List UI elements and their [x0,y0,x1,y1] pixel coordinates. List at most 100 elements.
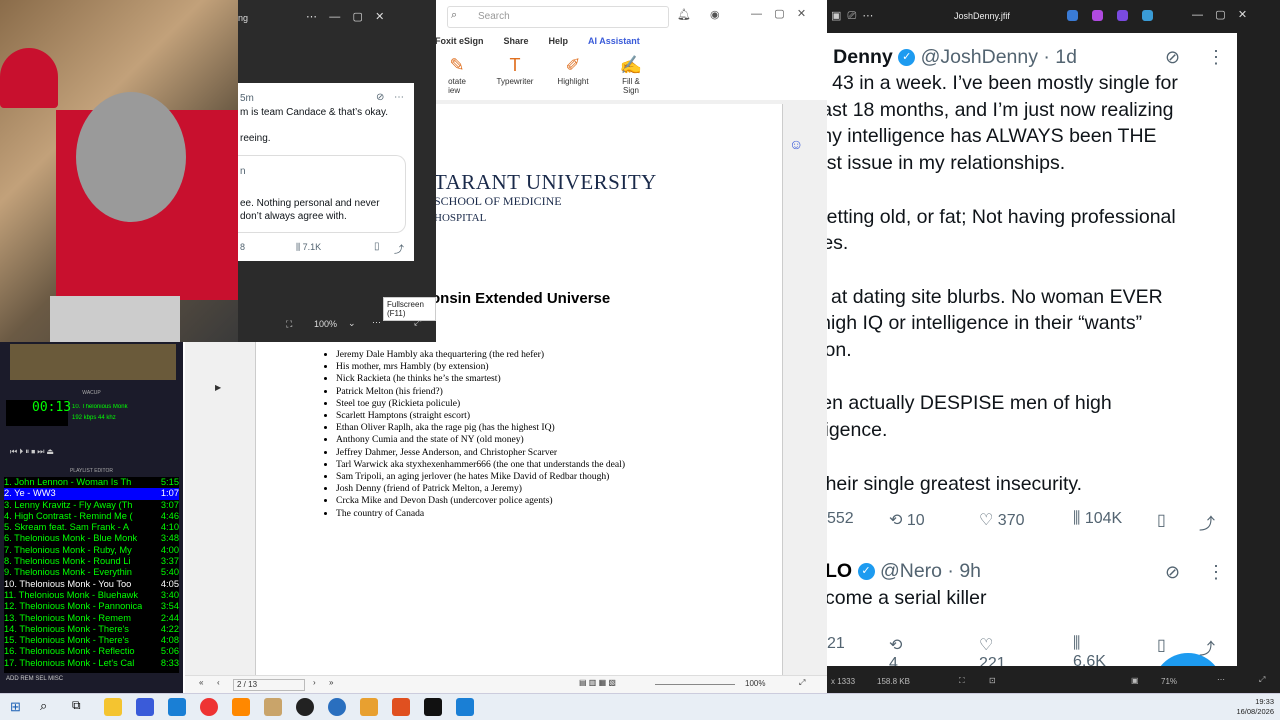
transport-buttons[interactable]: ⏮⏵⏸⏹⏭⏏ [10,447,56,457]
menu-share[interactable]: Share [504,36,529,50]
playlist-item[interactable]: 10. Thelonious Monk - You Too 4:05 [4,579,179,590]
more-icon[interactable]: ⋮ [1207,47,1225,68]
cloud-icon[interactable] [1142,10,1153,21]
fit-icon[interactable]: ⛶ [959,676,965,686]
app-icon[interactable] [296,698,314,716]
crop-icon[interactable]: ⊡ [989,676,996,685]
view-stat[interactable]: ⫼ 104K [1073,510,1153,528]
share-icon[interactable]: ⤴ [1199,510,1215,534]
task-view-icon[interactable]: ⧉ [72,698,81,713]
popup-controls[interactable]: ⋯ — ▢ ✕ [306,10,384,23]
playlist-buttons[interactable]: ADD REM SEL MISC [6,676,63,682]
zoom-level[interactable]: 71% [1161,677,1177,686]
prev-page-icon[interactable]: ‹ [217,678,220,687]
next-page-icon[interactable]: › [313,678,316,687]
expand-icon[interactable]: ⤢ [1259,675,1265,685]
more-icon[interactable]: ⋮ [1207,562,1225,583]
playlist-item[interactable]: 9. Thelonious Monk - Everythin 5:40 [4,567,179,578]
notification-icon[interactable]: 🔔︎ [677,8,691,21]
app-icon[interactable] [264,698,282,716]
app-icon[interactable] [328,698,346,716]
playlist-item[interactable]: 16. Thelonious Monk - Reflectio 5:06 [4,646,179,657]
playlist[interactable]: 1. John Lennon - Woman Is Th 5:15 2. Ye - … [4,477,179,673]
fullscreen-icon[interactable]: ⤢ [799,678,805,688]
zoom-slider[interactable] [655,684,735,685]
designer-icon[interactable] [1117,10,1128,21]
typewriter-button[interactable]: T Typewriter [493,55,537,105]
account-icon[interactable]: ◉ [710,8,720,21]
terminal-icon[interactable] [424,698,442,716]
display-icon[interactable]: ▣ [1131,676,1139,685]
playlist-item[interactable]: 12. Thelonious Monk - Pannonica 3:54 [4,601,179,612]
bookmark-icon[interactable]: ▯ [1157,635,1166,655]
view-stat[interactable]: ⫼ 6,6K [1073,635,1106,666]
viewer-action-icons[interactable] [1067,10,1153,21]
menu-foxit-esign[interactable]: Foxit eSign [435,36,484,50]
paint-icon[interactable] [1092,10,1103,21]
quoted-tweet[interactable]: n ee. Nothing personal and never don’t a… [238,155,406,233]
screenshot-icon[interactable]: ⛶ [286,319,292,330]
winamp-player: WACUP 00:13 10. Thelonious Monk 192 kbps… [0,342,183,693]
vlc-icon[interactable] [232,698,250,716]
playlist-item[interactable]: 17. Thelonious Monk - Let's Cal 8:33 [4,658,179,669]
grok-icon[interactable]: ⊘ [1165,47,1180,68]
window-controls[interactable]: — ▢ ✕ [1192,8,1247,21]
ai-assistant-icon[interactable]: ☺ [789,136,803,152]
windows-start-icon[interactable]: ⊞ [10,699,21,715]
playlist-item[interactable]: 3. Lenny Kravitz - Fly Away (Th 3:07 [4,500,179,511]
playlist-item[interactable]: 6. Thelonious Monk - Blue Monk 3:48 [4,533,179,544]
page-number-input[interactable]: 2 / 13 [233,679,305,691]
search-input[interactable]: Search [447,6,669,28]
app-icon[interactable] [456,698,474,716]
annotate-button[interactable]: ✎ otate iew [435,55,479,105]
playlist-item[interactable]: 8. Thelonious Monk - Round Li 3:37 [4,556,179,567]
like-stat[interactable]: ♡ 221 [979,635,1006,666]
like-stat[interactable]: ♡ 370 [979,510,1049,530]
view-mode-icons[interactable]: ▤ ▥ ▦ ▧ [579,678,616,687]
grok-icon[interactable]: ⊘ [376,92,384,103]
menu-help[interactable]: Help [549,36,569,50]
reply-count[interactable]: 21 [827,635,845,653]
playlist-item[interactable]: 14. Thelonious Monk - There's 4:22 [4,624,179,635]
bookmark-icon[interactable]: ▯ [374,241,380,252]
video-zoom[interactable]: 100% [314,319,337,329]
chrome-icon[interactable] [200,698,218,716]
foxit-icon[interactable] [392,698,410,716]
share-icon[interactable]: ⤴ [394,241,404,256]
grok-icon[interactable]: ⊘ [1165,562,1180,583]
playlist-item[interactable]: 15. Thelonious Monk - There's 4:08 [4,635,179,646]
playlist-item[interactable]: 11. Thelonious Monk - Bluehawk 3:40 [4,590,179,601]
panel-toggle-icon[interactable]: ▶ [215,383,221,392]
playlist-item[interactable]: 1. John Lennon - Woman Is Th 5:15 [4,477,179,488]
fill-sign-button[interactable]: ✍ Fill & Sign [609,55,653,105]
app-icon[interactable] [136,698,154,716]
playlist-item[interactable]: 2. Ye - WW3 1:07 [4,488,179,500]
repost-stat[interactable]: ⟲ 10 [889,510,959,530]
zoom-level[interactable]: 100% [745,679,765,688]
repost-stat[interactable]: ⟲ 4 [889,635,902,666]
bookmark-icon[interactable]: ▯ [1157,510,1166,530]
more-options-icon[interactable]: ⋯ [1217,675,1225,684]
last-page-icon[interactable]: » [329,678,333,687]
file-explorer-icon[interactable] [104,698,122,716]
more-icon[interactable]: ⋯ [394,92,404,103]
cat-video[interactable] [0,0,238,342]
playlist-item[interactable]: 4. High Contrast - Remind Me (4:46 [4,511,179,522]
playlist-item[interactable]: 5. Skream feat. Sam Frank - A 4:10 [4,522,179,533]
more-icon[interactable]: ⋯ [372,317,381,328]
app-icon[interactable] [168,698,186,716]
search-icon[interactable]: ⌕ [40,698,47,714]
playlist-item[interactable]: 7. Thelonious Monk - Ruby, My 4:00 [4,545,179,556]
first-page-icon[interactable]: « [199,678,203,687]
window-controls[interactable]: — ▢ ✕ [751,7,806,20]
edit-icon[interactable] [1067,10,1078,21]
playlist-item[interactable]: 13. Thelonious Monk - Remem 2:44 [4,613,179,624]
view-stat[interactable]: ⫼ 7.1K [296,242,321,253]
chevron-down-icon[interactable]: ⌄ [348,318,356,329]
toolbar-icons[interactable]: ▣ ⎚ ⋯ [831,9,873,23]
clock[interactable]: 19:33 16/08/2026 [1236,697,1274,717]
menu-ai-assistant[interactable]: AI Assistant [588,36,640,50]
highlight-button[interactable]: ✐ Highlight [551,55,595,105]
app-icon[interactable] [360,698,378,716]
reply-count[interactable]: 552 [827,510,867,528]
